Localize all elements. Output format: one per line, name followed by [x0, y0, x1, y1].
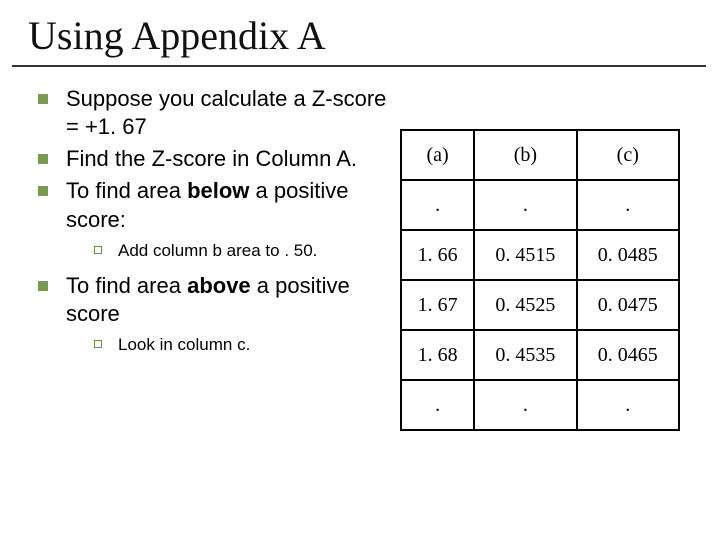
table-row: 1. 68 0. 4535 0. 0465 [401, 330, 679, 380]
table-cell: 1. 66 [401, 230, 474, 280]
table-cell: 0. 4535 [474, 330, 576, 380]
table-header-cell: (a) [401, 130, 474, 180]
table-cell: . [401, 180, 474, 230]
table-cell: 0. 0475 [577, 280, 679, 330]
table-cell: . [577, 380, 679, 430]
list-item: To find area below a positive score: [38, 177, 394, 233]
table-row: . . . [401, 380, 679, 430]
table-cell: 0. 4525 [474, 280, 576, 330]
bullet-icon [38, 154, 48, 164]
table-cell: . [401, 380, 474, 430]
list-item: Suppose you calculate a Z-score = +1. 67 [38, 85, 394, 141]
table-cell: 0. 4515 [474, 230, 576, 280]
table-cell: . [577, 180, 679, 230]
table-cell: 1. 68 [401, 330, 474, 380]
list-item: To find area above a positive score [38, 272, 394, 328]
bullet-text: To find area below a positive score: [66, 177, 394, 233]
sub-list-item: Add column b area to . 50. [94, 240, 394, 262]
content-area: Suppose you calculate a Z-score = +1. 67… [0, 67, 720, 431]
list-item: Find the Z-score in Column A. [38, 145, 394, 173]
table-cell: . [474, 380, 576, 430]
zscore-table: (a) (b) (c) . . . 1. 66 0. 4515 0. 0485 … [400, 129, 680, 431]
bullet-icon [38, 94, 48, 104]
table-row: . . . [401, 180, 679, 230]
text-run: To find area [66, 273, 187, 298]
sub-list-item: Look in column c. [94, 334, 394, 356]
bullet-icon [38, 281, 48, 291]
bullet-text: Find the Z-score in Column A. [66, 145, 394, 173]
table-cell: . [474, 180, 576, 230]
text-run: To find area [66, 178, 187, 203]
text-bold: above [187, 273, 251, 298]
bullet-text: To find area above a positive score [66, 272, 394, 328]
sub-bullet-icon [94, 340, 102, 348]
table-cell: 1. 67 [401, 280, 474, 330]
sub-bullet-icon [94, 246, 102, 254]
table-area: (a) (b) (c) . . . 1. 66 0. 4515 0. 0485 … [394, 85, 692, 431]
table-cell: 0. 0465 [577, 330, 679, 380]
table-header-cell: (c) [577, 130, 679, 180]
text-bold: below [187, 178, 249, 203]
bullet-list: Suppose you calculate a Z-score = +1. 67… [14, 85, 394, 431]
sub-bullet-text: Add column b area to . 50. [118, 240, 317, 262]
table-row: 1. 66 0. 4515 0. 0485 [401, 230, 679, 280]
table-row: 1. 67 0. 4525 0. 0475 [401, 280, 679, 330]
bullet-icon [38, 186, 48, 196]
bullet-text: Suppose you calculate a Z-score = +1. 67 [66, 85, 394, 141]
table-row: (a) (b) (c) [401, 130, 679, 180]
slide-title: Using Appendix A [0, 0, 720, 65]
table-header-cell: (b) [474, 130, 576, 180]
sub-bullet-text: Look in column c. [118, 334, 250, 356]
table-cell: 0. 0485 [577, 230, 679, 280]
